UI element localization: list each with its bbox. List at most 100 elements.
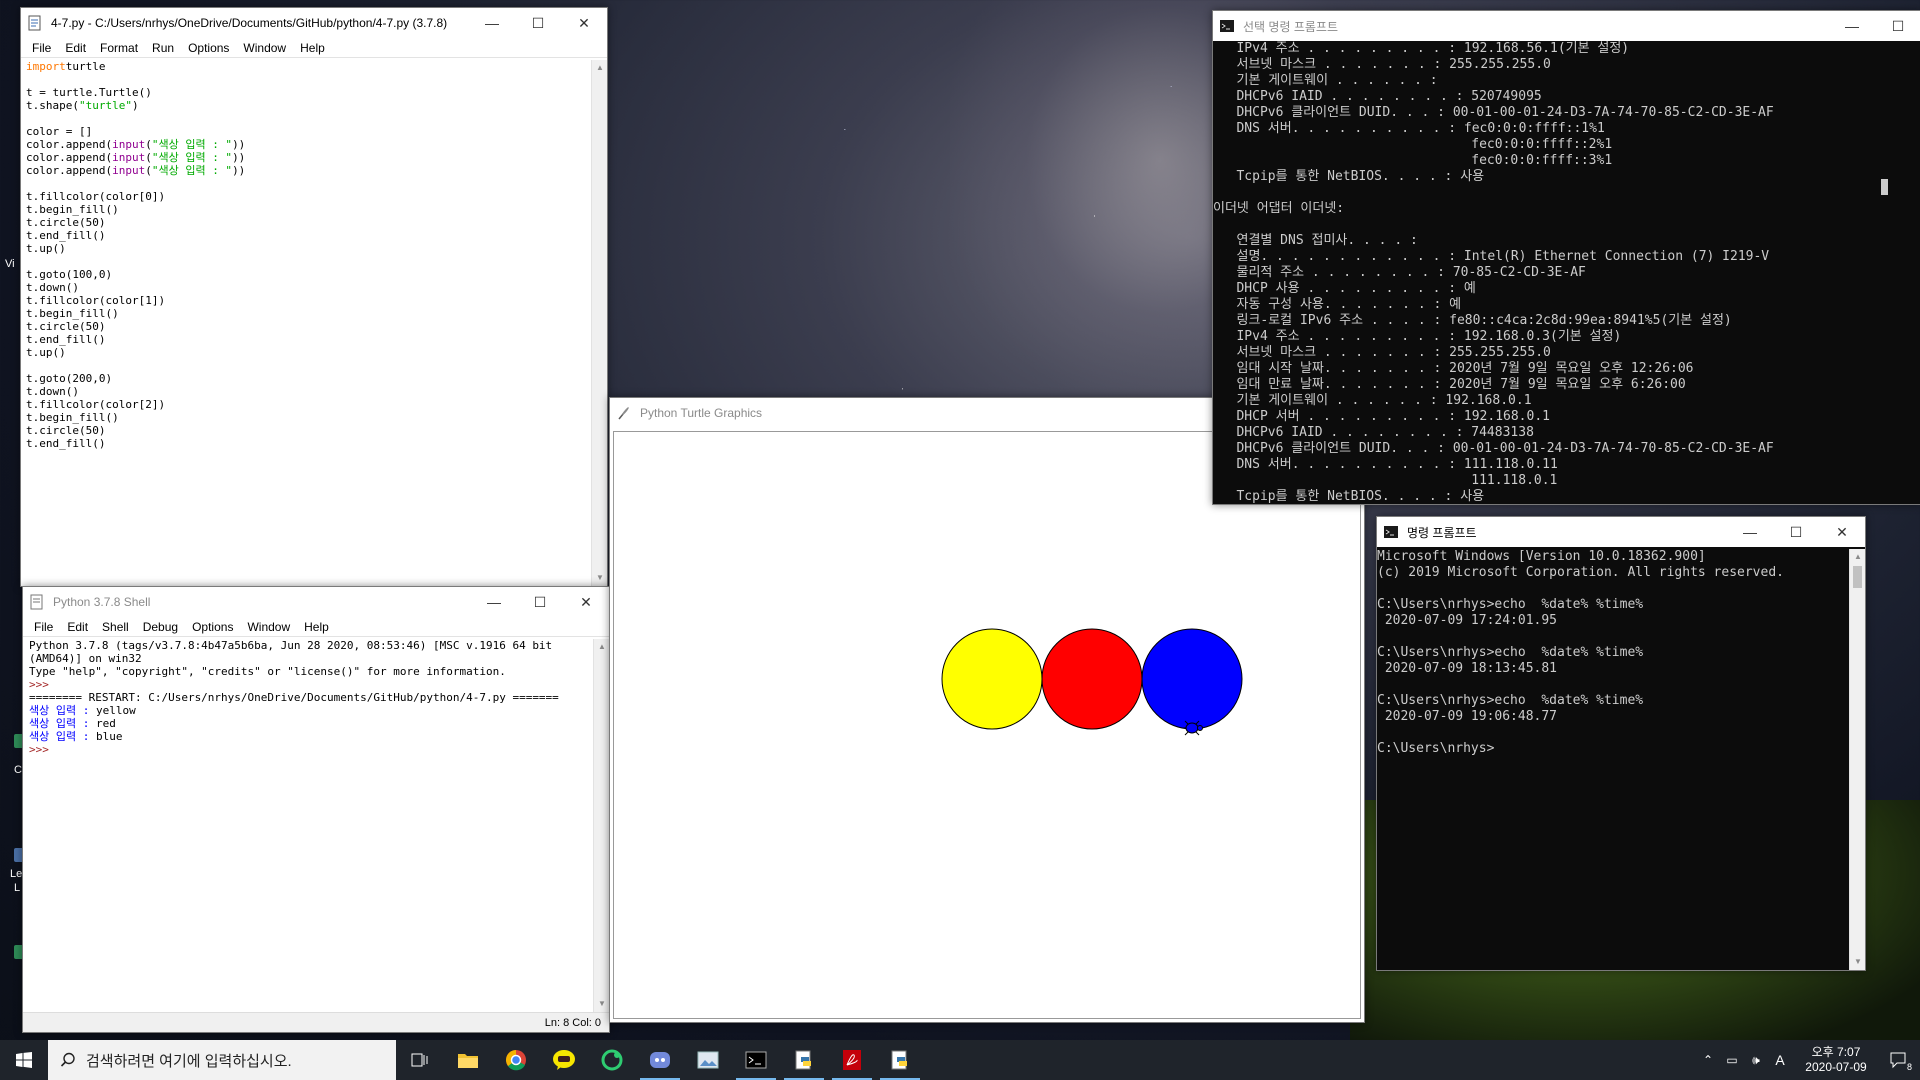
title-bar[interactable]: 명령 프롬프트 — ☐ ✕ (1377, 517, 1865, 547)
start-button[interactable] (0, 1040, 48, 1080)
code-token: t.down() (26, 385, 79, 398)
scrollbar-thumb[interactable] (1853, 566, 1862, 588)
admin-command-prompt-window[interactable]: 선택 명령 프롬프트 — ☐ IPv4 주소 . . . . . . . . .… (1212, 10, 1920, 505)
python-shell-window[interactable]: Python 3.7.8 Shell — ☐ ✕ File Edit Shell… (22, 586, 610, 1033)
taskbar-green-app[interactable] (588, 1040, 636, 1080)
console-scrollbar[interactable]: ▲ ▼ (1849, 549, 1865, 970)
code-token: t.end_fill() (26, 437, 106, 450)
shell-output[interactable]: Python 3.7.8 (tags/v3.7.8:4b47a5b6ba, Ju… (29, 639, 591, 1012)
taskbar-search-box[interactable]: 검색하려면 여기에 입력하십시오. (48, 1040, 396, 1080)
console-line: 물리적 주소 . . . . . . . . : 70-85-C2-CD-3E-… (1213, 265, 1586, 280)
desktop-icon-label[interactable]: Le (10, 868, 22, 880)
task-view-button[interactable] (396, 1040, 444, 1080)
clock-date: 2020-07-09 (1805, 1060, 1867, 1074)
code-line: color.append(input("색상 입력 : ")) (26, 151, 589, 164)
code-line: importturtle (26, 60, 589, 73)
menu-run[interactable]: Run (145, 41, 181, 55)
desktop-icon-label[interactable]: Vi (5, 258, 15, 270)
scroll-up-arrow-icon[interactable]: ▲ (1850, 549, 1866, 565)
notification-icon (1890, 1052, 1906, 1069)
title-bar[interactable]: 선택 명령 프롬프트 — ☐ (1213, 11, 1920, 41)
code-token: t.circle(50) (26, 216, 106, 229)
maximize-button[interactable]: ☐ (1875, 11, 1920, 41)
taskbar-command-prompt[interactable] (732, 1040, 780, 1080)
scroll-up-arrow-icon[interactable]: ▲ (594, 639, 610, 655)
code-token: t.up() (26, 242, 66, 255)
code-token: >>> (29, 743, 56, 756)
menu-file[interactable]: File (27, 620, 60, 634)
code-token: t.end_fill() (26, 229, 106, 242)
show-hidden-icons-icon[interactable]: ⌃ (1696, 1053, 1720, 1067)
menu-file[interactable]: File (25, 41, 58, 55)
menu-debug[interactable]: Debug (136, 620, 185, 634)
network-icon[interactable]: ▭ (1720, 1053, 1744, 1067)
shell-line: >>> (29, 743, 591, 756)
taskbar-idle[interactable] (780, 1040, 828, 1080)
minimize-button[interactable]: — (1829, 11, 1875, 41)
menu-options[interactable]: Options (181, 41, 236, 55)
code-editor[interactable]: importturtle t = turtle.Turtle() t.shape("… (26, 60, 589, 586)
taskbar-python[interactable] (876, 1040, 924, 1080)
taskbar-kakaotalk[interactable] (540, 1040, 588, 1080)
scroll-up-arrow-icon[interactable]: ▲ (592, 60, 608, 76)
clock-time: 오후 7:07 (1811, 1045, 1861, 1059)
desktop-icon-label[interactable]: C (14, 764, 22, 776)
minimize-button[interactable]: — (1727, 517, 1773, 547)
code-line: t.end_fill() (26, 437, 589, 450)
menu-edit[interactable]: Edit (58, 41, 93, 55)
console-line: 기본 게이트웨이 . . . . . . : 192.168.0.1 (1213, 393, 1532, 408)
taskbar-file-explorer[interactable] (444, 1040, 492, 1080)
shell-scrollbar[interactable]: ▲ ▼ (593, 639, 609, 1012)
close-button[interactable]: ✕ (561, 8, 607, 38)
scroll-down-arrow-icon[interactable]: ▼ (1850, 954, 1866, 970)
ime-indicator[interactable]: A (1768, 1052, 1792, 1068)
clock[interactable]: 오후 7:07 2020-07-09 (1796, 1045, 1876, 1075)
menu-help[interactable]: Help (293, 41, 332, 55)
code-line: t.goto(100,0) (26, 268, 589, 281)
volume-icon[interactable]: 🕪 (1744, 1053, 1768, 1068)
menu-format[interactable]: Format (93, 41, 145, 55)
system-tray: ⌃ ▭ 🕪 A 오후 7:07 2020-07-09 8 (1696, 1040, 1920, 1080)
menu-edit[interactable]: Edit (60, 620, 95, 634)
code-line: t.circle(50) (26, 424, 589, 437)
turtle-canvas[interactable] (613, 431, 1361, 1019)
close-button[interactable]: ✕ (563, 587, 609, 617)
code-line: t.fillcolor(color[1]) (26, 294, 589, 307)
code-token: Python 3.7.8 (tags/v3.7.8:4b47a5b6ba, Ju… (29, 639, 553, 652)
taskbar-discord[interactable] (636, 1040, 684, 1080)
notification-center-button[interactable]: 8 (1876, 1040, 1920, 1080)
menu-window[interactable]: Window (240, 620, 297, 634)
console-line: DHCPv6 클라이언트 DUID. . . : 00-01-00-01-24-… (1213, 105, 1774, 120)
scroll-down-arrow-icon[interactable]: ▼ (594, 996, 610, 1012)
taskbar-image-viewer[interactable] (684, 1040, 732, 1080)
title-bar[interactable]: 4-7.py - C:/Users/nrhys/OneDrive/Documen… (21, 8, 607, 38)
title-bar[interactable]: Python 3.7.8 Shell — ☐ ✕ (23, 587, 609, 617)
menu-window[interactable]: Window (236, 41, 293, 55)
code-token: t.begin_fill() (26, 411, 119, 424)
console-line: 111.118.0.1 (1213, 473, 1558, 488)
editor-scrollbar[interactable]: ▲ ▼ (591, 60, 607, 586)
scroll-down-arrow-icon[interactable]: ▼ (592, 570, 608, 586)
taskbar-acrobat[interactable] (828, 1040, 876, 1080)
console-output[interactable]: IPv4 주소 . . . . . . . . . : 192.168.56.1… (1213, 41, 1920, 504)
minimize-button[interactable]: — (471, 587, 517, 617)
desktop-icon-label[interactable]: L (14, 882, 20, 894)
menu-shell[interactable]: Shell (95, 620, 136, 634)
menu-options[interactable]: Options (185, 620, 240, 634)
maximize-button[interactable]: ☐ (517, 587, 563, 617)
taskbar-chrome[interactable] (492, 1040, 540, 1080)
maximize-button[interactable]: ☐ (1773, 517, 1819, 547)
console-line: C:\Users\nrhys>echo %date% %time% (1377, 597, 1644, 612)
code-line: t.begin_fill() (26, 411, 589, 424)
menu-help[interactable]: Help (297, 620, 336, 634)
maximize-button[interactable]: ☐ (515, 8, 561, 38)
command-prompt-window[interactable]: 명령 프롬프트 — ☐ ✕ Microsoft Windows [Version… (1376, 516, 1866, 971)
cmd-icon (1384, 526, 1398, 538)
search-placeholder: 검색하려면 여기에 입력하십시오. (86, 1052, 292, 1070)
close-button[interactable]: ✕ (1819, 517, 1865, 547)
idle-editor-window[interactable]: 4-7.py - C:/Users/nrhys/OneDrive/Documen… (20, 7, 608, 587)
minimize-button[interactable]: — (469, 8, 515, 38)
console-output[interactable]: Microsoft Windows [Version 10.0.18362.90… (1377, 549, 1847, 970)
shell-line: 색상 입력 : red (29, 717, 591, 730)
